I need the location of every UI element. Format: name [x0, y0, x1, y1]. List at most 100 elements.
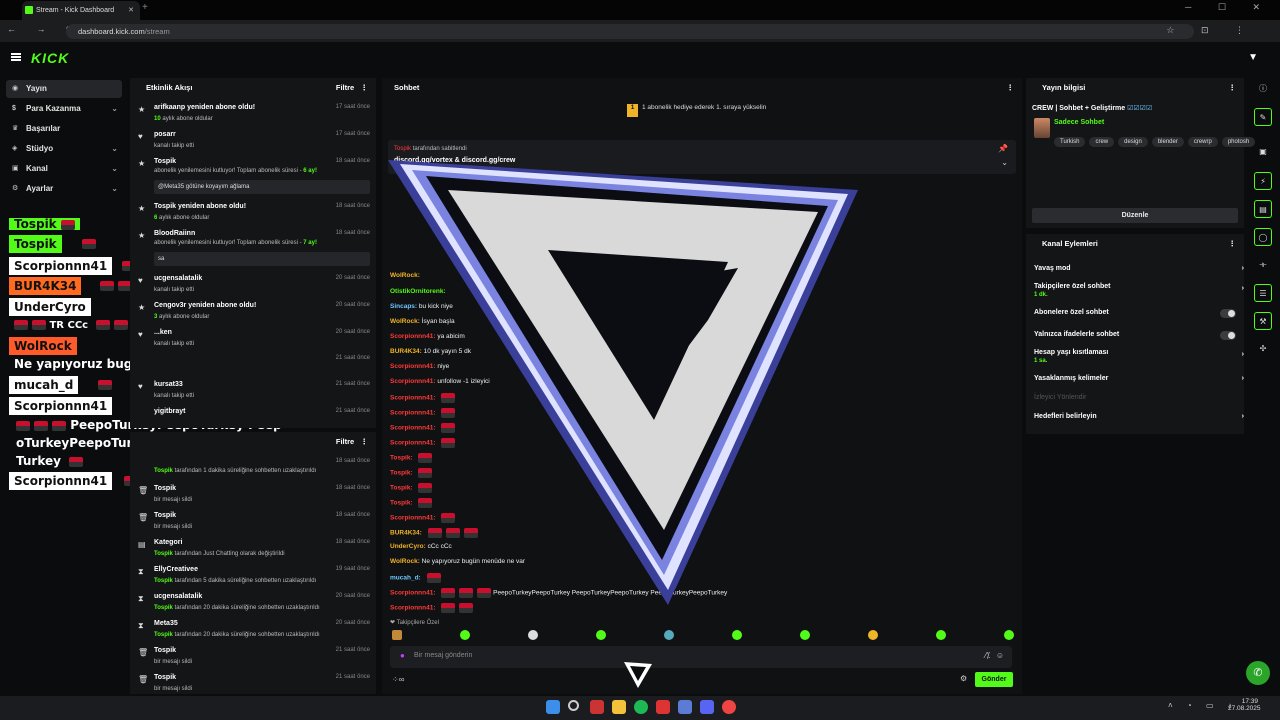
studio-icon: ◈	[12, 145, 18, 152]
tag[interactable]: Turkish	[1054, 137, 1086, 147]
browser-tab[interactable]: Stream - Kick Dashboard ✕	[22, 1, 140, 20]
kick-header	[0, 42, 1280, 75]
sidebar-item-kanal[interactable]: ▣ Kanal ⌄	[6, 160, 122, 178]
channel-actions-menu-icon[interactable]: ⋮	[1229, 234, 1237, 254]
channel-actions-header: Kanal Eylemleri ⋮	[1026, 234, 1244, 254]
chat-title: Sohbet	[394, 83, 420, 92]
action-slow-mode[interactable]: Yavaş mod ›	[1034, 265, 1244, 272]
gear-icon[interactable]: ⚙	[960, 674, 967, 683]
search-icon[interactable]	[568, 700, 579, 711]
chevron-right-icon: ›	[1241, 351, 1244, 358]
windows-start-icon[interactable]	[546, 700, 560, 714]
tag[interactable]: crew	[1089, 137, 1115, 147]
mod-log-item: 🗑 Tospik bir mesajı sildi 21 saat önce	[138, 647, 370, 665]
moderation-filter-button[interactable]: Filtre ⋮	[336, 432, 368, 452]
message-box: sa	[154, 252, 370, 266]
tab-title: Stream - Kick Dashboard	[36, 7, 115, 14]
star-icon: ★	[138, 303, 146, 312]
app-icon[interactable]	[656, 700, 670, 714]
slider-icon[interactable]: ⟛	[1254, 256, 1272, 274]
tag[interactable]: design	[1118, 137, 1148, 147]
sidebar-item-studyo[interactable]: ◈ Stüdyo ⌄	[6, 140, 122, 158]
list-icon[interactable]: ☰	[1254, 284, 1272, 302]
action-subscribers-only[interactable]: Abonelere özel sohbet	[1034, 309, 1244, 316]
chat-input-placeholder: Bir mesaj gönderin	[414, 652, 473, 659]
file-explorer-icon[interactable]	[612, 700, 626, 714]
activity-item: ★ Cengov3r yeniden abone oldu! 3 aylık abo…	[138, 302, 370, 320]
broadcast-icon: ◉	[12, 85, 19, 92]
clipboard-icon[interactable]: ▤	[1254, 200, 1272, 218]
overlay-username: Tospik	[9, 235, 62, 253]
url-field[interactable]: dashboard.kick.com/stream	[66, 24, 1194, 39]
chevron-down-icon: ⌄	[111, 144, 118, 153]
activity-filter-button[interactable]: Filtre ⋮	[336, 78, 368, 98]
new-tab-button[interactable]: +	[142, 2, 148, 13]
lightning-icon[interactable]: ⚡	[1254, 172, 1272, 190]
spotify-icon[interactable]	[634, 700, 648, 714]
sidebar-item-label: Ayarlar	[26, 184, 54, 193]
chevron-down-icon[interactable]: ⌄	[1001, 158, 1008, 167]
vortex-logo-icon[interactable]: ▼	[1248, 52, 1258, 63]
chevron-down-icon: ⌄	[111, 164, 118, 173]
vortex-overlay-logo	[388, 160, 858, 605]
points-icon[interactable]: ⁘∞	[392, 675, 404, 684]
command-icon[interactable]: ⁄⁒	[985, 651, 990, 660]
action-banned-words[interactable]: Yasaklanmış kelimeler ›	[1034, 375, 1244, 382]
sidebar-item-yayin[interactable]: ◉ Yayın	[6, 80, 122, 98]
support-chat-icon[interactable]: ✆	[1246, 661, 1270, 685]
chat-bubble-icon[interactable]: ◯	[1254, 228, 1272, 246]
clock[interactable]: 17:39 27.08.2025	[1228, 698, 1261, 712]
action-emotes-only[interactable]: Yalnızca ifadelerle sohbet	[1034, 331, 1244, 338]
emotes-only-toggle[interactable]	[1220, 331, 1236, 340]
overlay-username: Scorpionnn41	[9, 397, 113, 415]
info-icon[interactable]: ⓘ	[1254, 80, 1272, 98]
action-set-goals[interactable]: Hedefleri belirleyin ›	[1034, 413, 1244, 420]
camera-icon[interactable]: ▣	[1254, 143, 1272, 161]
stream-category[interactable]: Sadece Sohbet	[1054, 119, 1104, 126]
sidebar-item-ayarlar[interactable]: ⚙ Ayarlar ⌄	[6, 180, 122, 198]
mic-icon[interactable]: ●	[400, 651, 405, 660]
emote-bar[interactable]	[390, 630, 1014, 642]
menu-icon[interactable]	[11, 53, 21, 61]
pin-icon[interactable]: 📌	[998, 144, 1008, 153]
chat-menu-icon[interactable]: ⋮	[1007, 78, 1015, 98]
emoji-icon[interactable]: ☺	[996, 651, 1004, 660]
chevron-right-icon: ›	[1241, 285, 1244, 292]
activity-item: ★ Tospik yeniden abone oldu! 6 aylık abone…	[138, 203, 370, 221]
chrome-icon[interactable]	[722, 700, 736, 714]
app-icon[interactable]	[590, 700, 604, 714]
action-account-age[interactable]: Hesap yaşı kısıtlaması 1 sa. ›	[1034, 349, 1244, 364]
url-path: /stream	[144, 27, 170, 36]
app-icon[interactable]	[678, 700, 692, 714]
message-box: @Meta35 götüne koyayım ağlama	[154, 180, 370, 194]
subscribers-only-toggle[interactable]	[1220, 309, 1236, 318]
edit-icon[interactable]: ✎	[1254, 108, 1272, 126]
sidebar-item-para-kazanma[interactable]: $ Para Kazanma ⌄	[6, 100, 122, 118]
moderation-header: Filtre ⋮	[130, 432, 376, 452]
shapes-icon[interactable]: ✣	[1254, 340, 1272, 358]
discord-icon[interactable]	[700, 700, 714, 714]
wrench-icon[interactable]: ⚒	[1254, 312, 1272, 330]
tab-close-icon[interactable]: ✕	[128, 1, 134, 20]
action-followers-only[interactable]: Takipçilere özel sohbet 1 dk. ›	[1034, 283, 1244, 298]
money-icon: $	[12, 105, 16, 112]
tag[interactable]: blender	[1151, 137, 1184, 147]
chat-input[interactable]: ● Bir mesaj gönderin ⁄⁒ ☺	[390, 646, 1012, 668]
window-controls[interactable]: ─ ☐ ✕	[1185, 2, 1272, 13]
sidebar-item-label: Para Kazanma	[26, 104, 81, 113]
heart-icon: ♥	[138, 132, 143, 141]
heart-icon: ♥	[138, 330, 143, 339]
sidebar-item-label: Başarılar	[26, 124, 61, 133]
browser-toolbar-icons[interactable]: ☆ ⊡ ⋮	[1166, 25, 1256, 36]
action-host[interactable]: İzleyici Yönlendir	[1034, 394, 1244, 401]
sidebar-item-label: Kanal	[26, 164, 48, 173]
stream-info-menu-icon[interactable]: ⋮	[1229, 78, 1237, 98]
tag[interactable]: crewrp	[1187, 137, 1218, 147]
sidebar-item-basarilar[interactable]: ♛ Başarılar	[6, 120, 122, 138]
mod-log-item: 🗑 Tospik bir mesajı sildi 18 saat önce	[138, 485, 370, 503]
send-button[interactable]: Gönder	[975, 672, 1013, 687]
trash-icon: 🗑	[138, 675, 149, 684]
edit-stream-button[interactable]: Düzenle	[1032, 208, 1238, 223]
star-icon: ★	[138, 159, 146, 168]
kick-logo[interactable]: KICK	[31, 50, 69, 66]
